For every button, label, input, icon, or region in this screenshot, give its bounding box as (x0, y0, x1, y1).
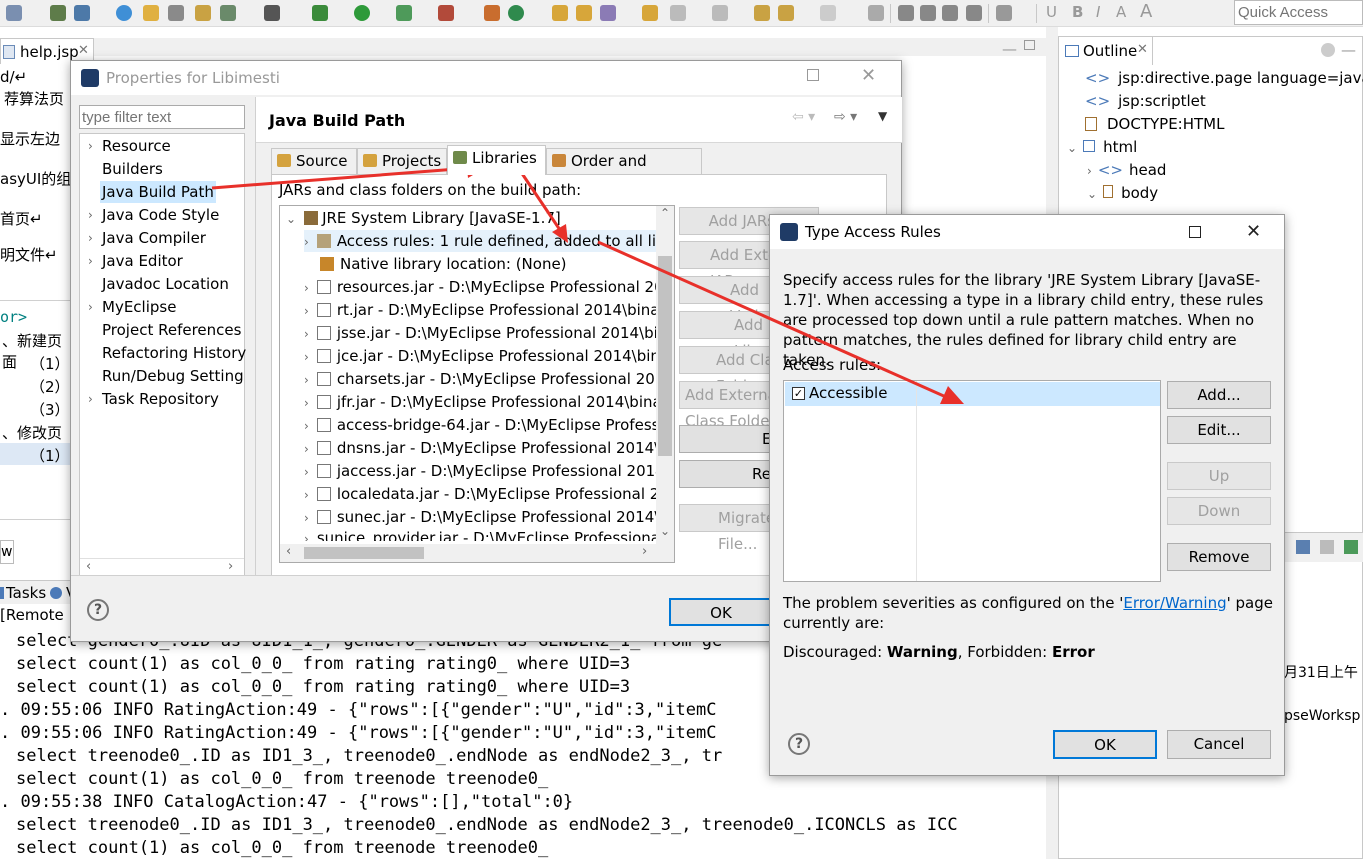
annotation-arrow (519, 171, 562, 231)
libraries-icon (453, 151, 467, 164)
annotation-arrow (597, 240, 947, 399)
annotation-arrowhead (552, 224, 568, 243)
tab-libraries[interactable]: Libraries (447, 145, 546, 175)
annotation-arrows (211, 158, 964, 404)
annotation-arrow (211, 166, 471, 190)
